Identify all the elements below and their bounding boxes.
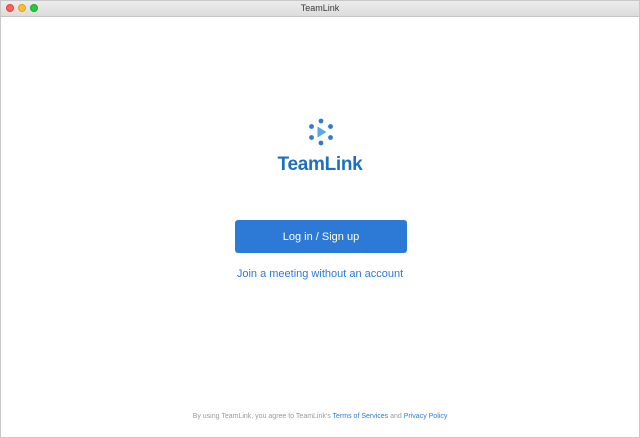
login-signup-button[interactable]: Log in / Sign up (235, 220, 407, 253)
footer-conjunction: and (388, 413, 404, 420)
legal-footer: By using TeamLink, you agree to TeamLink… (1, 413, 639, 420)
footer-text: By using TeamLink, you agree to TeamLink… (192, 413, 333, 420)
teamlink-logo-icon (309, 118, 333, 146)
join-meeting-link[interactable]: Join a meeting without an account (1, 268, 639, 280)
app-window: TeamLink TeamLink Log in / Sign up Join … (0, 0, 640, 438)
brand-name: TeamLink (277, 154, 363, 175)
title-bar[interactable]: TeamLink (1, 1, 639, 17)
window-title: TeamLink (300, 3, 340, 13)
privacy-policy-link[interactable]: Privacy Policy (404, 413, 448, 420)
terms-of-services-link[interactable]: Terms of Services (333, 413, 389, 420)
